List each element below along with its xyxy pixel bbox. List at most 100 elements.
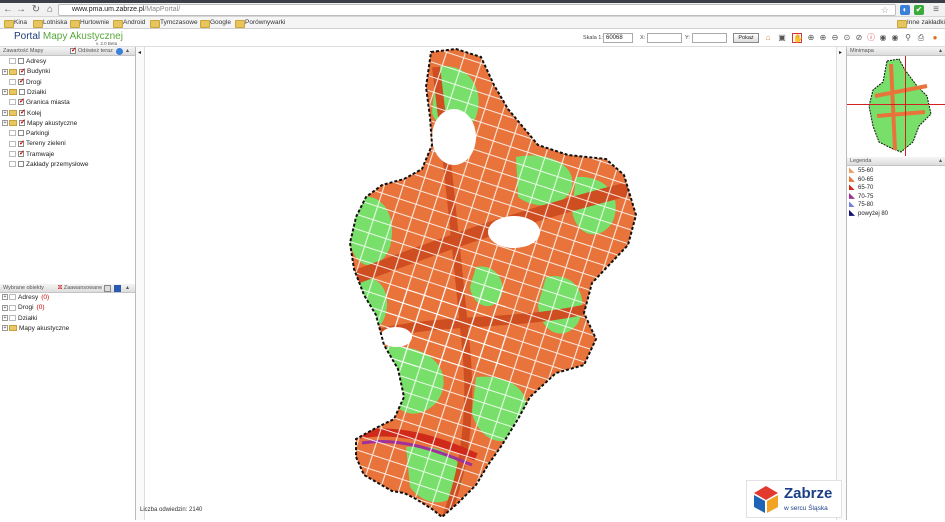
expand-icon[interactable]: + bbox=[2, 109, 8, 116]
layer-label: Tereny zieleni bbox=[26, 140, 66, 148]
reload-icon[interactable]: ↻ bbox=[30, 4, 42, 16]
home-icon[interactable]: ⌂ bbox=[44, 4, 56, 16]
layer-row[interactable]: Granica miasta bbox=[2, 97, 70, 108]
dropdown-icon[interactable] bbox=[104, 285, 111, 292]
selected-label: Drogi bbox=[18, 304, 34, 312]
expand-icon[interactable]: + bbox=[2, 294, 8, 301]
layer-checkbox[interactable] bbox=[18, 77, 25, 87]
layer-row[interactable]: + Kolej bbox=[2, 108, 41, 119]
print-area-icon[interactable]: ▣ bbox=[777, 33, 787, 43]
selected-row[interactable]: + Drogi (0) bbox=[2, 303, 45, 313]
refresh-toggle[interactable]: Odśwież teraz bbox=[70, 46, 113, 56]
help-icon[interactable]: ● bbox=[930, 33, 940, 43]
layer-checkbox[interactable] bbox=[18, 139, 25, 149]
identify-icon[interactable]: ⚲ bbox=[903, 33, 913, 43]
advanced-toggle[interactable]: ⛝ Zaawansowane bbox=[58, 284, 102, 293]
measure-icon[interactable]: ⊘ bbox=[854, 33, 864, 43]
layer-row[interactable]: Drogi bbox=[2, 77, 42, 88]
folder-icon bbox=[9, 325, 17, 332]
expand-icon[interactable]: + bbox=[2, 325, 8, 332]
layer-row[interactable]: + Budynki bbox=[2, 67, 50, 77]
minimap[interactable] bbox=[847, 56, 945, 156]
scale-input[interactable]: 60068 bbox=[603, 33, 633, 43]
legend-label: 70-75 bbox=[858, 193, 874, 200]
layer-icon bbox=[9, 314, 16, 321]
y-input[interactable] bbox=[692, 33, 727, 43]
folder-icon bbox=[9, 89, 17, 96]
expand-icon[interactable]: + bbox=[2, 314, 8, 321]
layer-row[interactable]: Tramwaje bbox=[2, 149, 54, 160]
selected-panel-header: Wybrane obiekty ⛝ Zaawansowane ▴ bbox=[0, 284, 135, 293]
right-collapse-bar[interactable]: ▸ bbox=[836, 47, 846, 520]
x-input[interactable] bbox=[647, 33, 682, 43]
selected-row[interactable]: + Działki bbox=[2, 314, 37, 324]
refresh-icon[interactable] bbox=[116, 48, 123, 55]
layer-row[interactable]: Parkingi bbox=[2, 129, 49, 139]
back-icon[interactable]: ← bbox=[2, 4, 14, 16]
menu-icon[interactable]: ≡ bbox=[930, 4, 942, 16]
show-button[interactable]: Pokaż bbox=[733, 33, 759, 43]
pan-hand-icon[interactable]: ✋ bbox=[792, 33, 803, 43]
layer-checkbox[interactable] bbox=[19, 118, 26, 128]
layer-row[interactable]: Zakłady przemysłowe bbox=[2, 160, 89, 170]
selected-row[interactable]: + Mapy akustyczne bbox=[2, 324, 69, 334]
legend-item: 55-60 bbox=[849, 167, 873, 175]
layer-checkbox[interactable] bbox=[18, 97, 25, 107]
bookmark-folder[interactable]: Hurtownie bbox=[70, 18, 109, 28]
collapse-icon[interactable]: ▴ bbox=[939, 47, 942, 56]
folder-icon bbox=[9, 109, 17, 116]
zoom-box-icon[interactable]: ⊕ bbox=[806, 33, 816, 43]
layer-checkbox[interactable] bbox=[19, 67, 26, 77]
zoom-in-icon[interactable]: ⊕ bbox=[818, 33, 828, 43]
layer-checkbox[interactable] bbox=[19, 89, 25, 96]
info-icon[interactable]: ⓘ bbox=[866, 33, 876, 43]
selected-row[interactable]: + Adresy (0) bbox=[2, 293, 49, 303]
extension-icon[interactable]: ◐ bbox=[900, 5, 910, 15]
layer-icon bbox=[9, 99, 16, 106]
layer-row[interactable]: Adresy bbox=[2, 57, 46, 67]
layer-row[interactable]: + Działki bbox=[2, 88, 46, 98]
layer-row[interactable]: + Mapy akustyczne bbox=[2, 118, 77, 129]
collapse-icon[interactable]: ▴ bbox=[126, 284, 129, 293]
layer-icon bbox=[9, 58, 16, 65]
bookmark-folder[interactable]: Lotniska bbox=[33, 18, 67, 28]
collapse-icon[interactable]: ▴ bbox=[939, 157, 942, 166]
left-collapse-bar[interactable]: ◂ bbox=[136, 47, 145, 520]
bookmark-folder[interactable]: Google bbox=[200, 18, 231, 28]
bookmark-star-icon[interactable]: ☆ bbox=[881, 5, 889, 15]
next-view-icon[interactable]: ◉ bbox=[890, 33, 900, 43]
layer-checkbox[interactable] bbox=[19, 108, 26, 118]
layer-checkbox[interactable] bbox=[18, 130, 24, 137]
refresh-checkbox[interactable] bbox=[70, 46, 77, 55]
visit-counter: Liczba odwiedzin: 2140 bbox=[140, 507, 203, 513]
bookmark-other[interactable]: Inne zakładki bbox=[897, 18, 945, 28]
bookmark-folder[interactable]: Tymczasowe bbox=[150, 18, 198, 28]
layer-checkbox[interactable] bbox=[18, 58, 24, 65]
forward-icon[interactable]: → bbox=[15, 4, 27, 16]
map-view[interactable] bbox=[136, 47, 846, 520]
bookmark-folder[interactable]: Porównywarki bbox=[235, 18, 285, 28]
zoom-extent-icon[interactable]: ⊙ bbox=[842, 33, 852, 43]
noise-map[interactable] bbox=[136, 47, 846, 520]
previous-view-icon[interactable]: ◉ bbox=[878, 33, 888, 43]
collapse-right-icon[interactable]: ▸ bbox=[839, 49, 842, 56]
layer-checkbox[interactable] bbox=[18, 149, 25, 159]
collapse-icon[interactable]: ▴ bbox=[126, 47, 129, 56]
print-icon[interactable]: ⎙ bbox=[916, 33, 926, 43]
save-icon[interactable] bbox=[114, 285, 121, 292]
expand-icon[interactable]: + bbox=[2, 304, 8, 311]
home-map-icon[interactable]: ⌂ bbox=[763, 33, 773, 43]
expand-icon[interactable]: + bbox=[2, 120, 8, 127]
layer-row[interactable]: Tereny zieleni bbox=[2, 139, 66, 149]
bookmark-folder[interactable]: Kina bbox=[4, 18, 27, 28]
check-extension-icon[interactable]: ✔ bbox=[914, 5, 924, 15]
layer-icon bbox=[9, 130, 16, 137]
layer-checkbox[interactable] bbox=[18, 161, 24, 168]
address-bar[interactable]: www.pma.um.zabrze.pl/MapPortal/ ☆ bbox=[58, 4, 896, 16]
expand-icon[interactable]: + bbox=[2, 89, 8, 96]
expand-icon[interactable]: + bbox=[2, 68, 8, 75]
collapse-left-icon[interactable]: ◂ bbox=[138, 49, 141, 56]
layer-label: Zakłady przemysłowe bbox=[26, 161, 89, 168]
zoom-out-icon[interactable]: ⊖ bbox=[830, 33, 840, 43]
bookmark-folder[interactable]: Android bbox=[113, 18, 145, 28]
